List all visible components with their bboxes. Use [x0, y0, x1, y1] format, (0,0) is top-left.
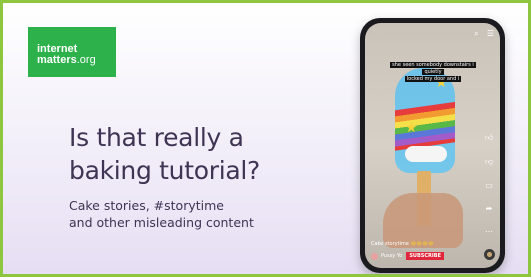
share-icon[interactable]: ➦: [482, 204, 496, 213]
banner-frame: internet matters.org Is that really a ba…: [0, 0, 531, 277]
star-icon: ★: [405, 119, 418, 135]
headline-line-1: Is that really a: [69, 123, 244, 152]
caption-line-2: quietly: [422, 69, 444, 75]
logo-line-2: matters.org: [37, 54, 96, 66]
sound-disc-icon[interactable]: [484, 249, 495, 260]
phone-top-icons: ⌕ ☰: [468, 29, 494, 39]
cloud-decoration: [405, 146, 447, 162]
headline: Is that really a baking tutorial?: [69, 121, 359, 187]
phone-mockup: ⌕ ☰ ★ ★ she seen somebody downstairs i q…: [360, 18, 505, 273]
comment-icon[interactable]: ▭: [482, 181, 496, 190]
subheading-line-1: Cake stories, #storytime: [69, 198, 224, 213]
emoji-text: 😂😂😂😂: [410, 241, 434, 247]
caption-line-1: she seen somebody downstairs i: [390, 62, 476, 68]
caption-line-3: locked my door and i: [404, 76, 462, 82]
subheading-line-2: and other misleading content: [69, 215, 254, 230]
avatar[interactable]: [371, 252, 378, 260]
internet-matters-logo[interactable]: internet matters.org: [28, 27, 116, 77]
video-caption-overlay: she seen somebody downstairs i quietly l…: [381, 62, 485, 83]
search-icon[interactable]: ⌕: [474, 29, 478, 38]
channel-row: Pussy Yo SUBSCRIBE: [371, 252, 444, 260]
rainbow-decoration: [395, 100, 455, 152]
headline-line-2: baking tutorial?: [69, 156, 260, 185]
video-action-bar: 👍︎ 👎︎ ▭ ➦ ⋯: [482, 133, 496, 250]
dislike-icon[interactable]: 👎︎: [482, 157, 496, 167]
video-title: Cake storytime 😂😂😂😂: [371, 241, 434, 247]
video-title-text: Cake storytime: [371, 241, 409, 247]
subscribe-button[interactable]: SUBSCRIBE: [406, 252, 444, 260]
menu-icon[interactable]: ☰: [487, 29, 494, 38]
more-icon[interactable]: ⋯: [482, 227, 496, 236]
gloved-hand: [383, 193, 463, 248]
username[interactable]: Pussy Yo: [381, 253, 402, 259]
subheading: Cake stories, #storytime and other misle…: [69, 197, 329, 231]
phone-screen: ⌕ ☰ ★ ★ she seen somebody downstairs i q…: [365, 23, 500, 268]
like-icon[interactable]: 👍︎: [482, 133, 496, 143]
